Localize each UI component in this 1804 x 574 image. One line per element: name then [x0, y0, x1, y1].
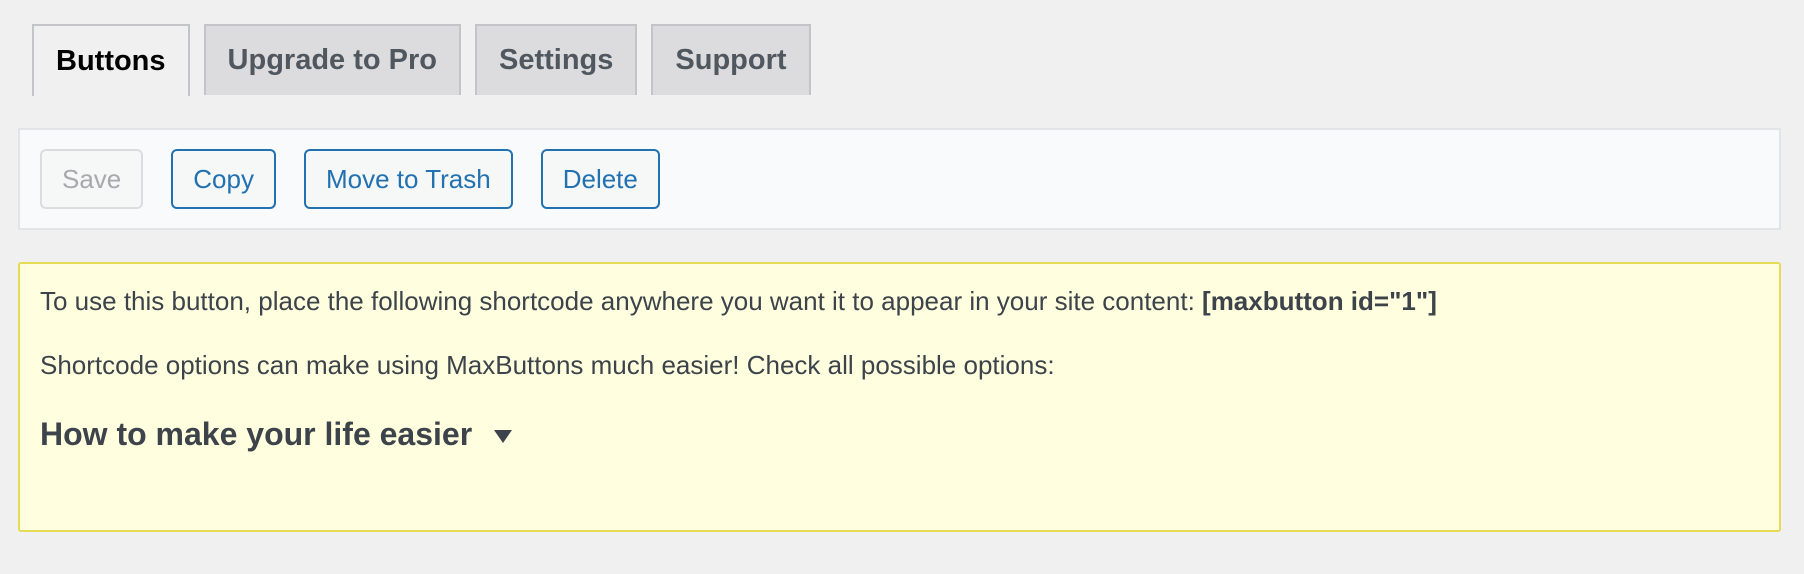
shortcode-instructions-text: To use this button, place the following … [40, 286, 1203, 316]
button-toolbar: Save Copy Move to Trash Delete [18, 128, 1781, 230]
tab-settings[interactable]: Settings [475, 24, 638, 95]
save-button[interactable]: Save [40, 149, 144, 209]
shortcode-value: [maxbutton id="1"] [1202, 286, 1437, 316]
nav-tabs: Buttons Upgrade to Pro Settings Support [32, 24, 811, 96]
tab-upgrade-to-pro[interactable]: Upgrade to Pro [203, 24, 461, 95]
shortcode-instructions: To use this button, place the following … [40, 286, 1759, 316]
tab-label: Support [675, 44, 787, 76]
tab-support[interactable]: Support [651, 24, 811, 95]
copy-button[interactable]: Copy [171, 149, 276, 209]
howto-title: How to make your life easier [40, 416, 473, 452]
tab-buttons[interactable]: Buttons [32, 24, 190, 96]
howto-toggle[interactable]: How to make your life easier [40, 416, 1759, 453]
caret-down-icon [494, 430, 513, 443]
tab-label: Upgrade to Pro [227, 44, 437, 76]
shortcode-options-text: Shortcode options can make using MaxButt… [40, 350, 1055, 380]
tab-label: Settings [499, 44, 614, 76]
move-to-trash-button[interactable]: Move to Trash [303, 149, 513, 209]
tab-label: Buttons [56, 44, 166, 77]
shortcode-notice: To use this button, place the following … [18, 262, 1781, 532]
delete-button[interactable]: Delete [540, 149, 660, 209]
